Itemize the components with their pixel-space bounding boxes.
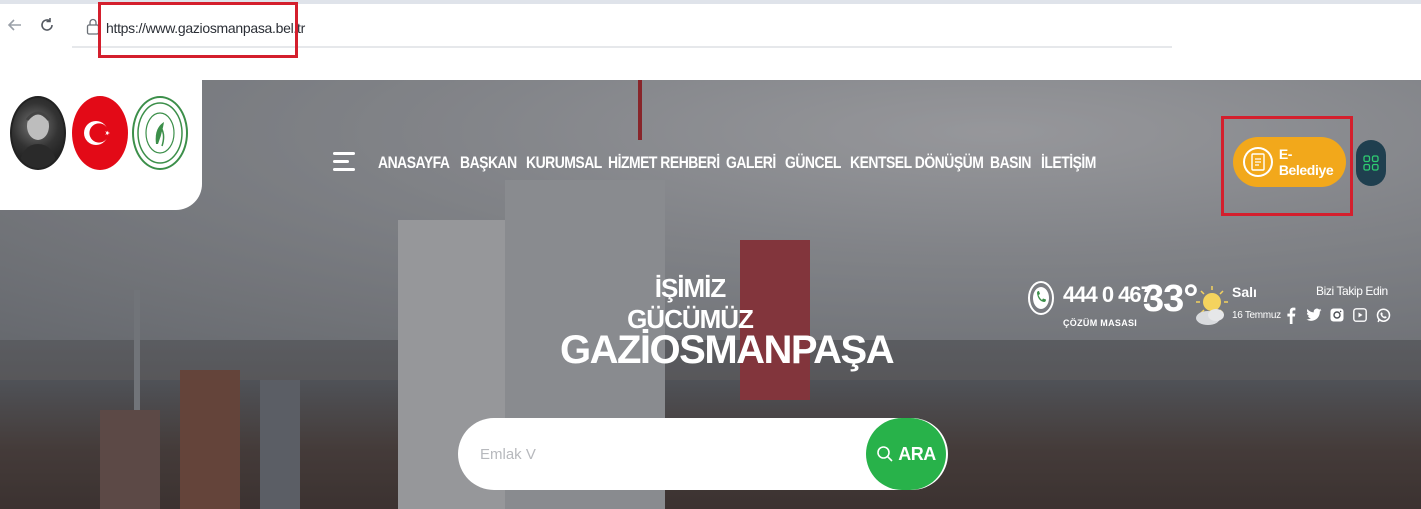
weather-day: Salı [1232, 284, 1257, 300]
municipality-logo[interactable] [132, 96, 188, 170]
hotline-label: ÇÖZÜM MASASI [1063, 318, 1138, 328]
nav-item-hizmet-rehberi[interactable]: HİZMET REHBERİ [608, 153, 720, 173]
youtube-icon[interactable] [1352, 306, 1368, 324]
nav-item-guncel[interactable]: GÜNCEL [785, 153, 841, 173]
arrow-left-icon [7, 19, 21, 31]
search-input[interactable] [480, 438, 860, 470]
menu-button[interactable] [333, 150, 355, 172]
nav-item-basin[interactable]: BASIN [990, 153, 1031, 173]
hotline-phone-icon[interactable] [1027, 280, 1055, 318]
instagram-icon[interactable] [1329, 306, 1345, 324]
municipality-emblem-icon [137, 102, 183, 164]
portrait-icon [18, 111, 58, 168]
weather-date: 16 Temmuz [1232, 310, 1281, 321]
logo-card [0, 80, 202, 210]
ataturk-logo[interactable] [10, 96, 66, 170]
nav-item-iletisim[interactable]: İLETİŞİM [1041, 153, 1096, 173]
search-icon [877, 446, 893, 462]
url-highlight-box [98, 2, 298, 58]
turkish-flag-logo[interactable] [72, 96, 128, 170]
hamburger-line [333, 168, 355, 171]
hero-tagline: İŞİMİZ GÜCÜMÜZ [627, 273, 754, 334]
grid-icon [1363, 155, 1379, 171]
hero-title: GAZİOSMANPAŞA [560, 328, 895, 372]
hotline-number[interactable]: 444 0 467 [1063, 282, 1153, 308]
e-belediye-highlight-box [1221, 116, 1353, 216]
browser-chrome: https://www.gaziosmanpasa.bel.tr [0, 0, 1421, 62]
whatsapp-icon[interactable] [1375, 306, 1391, 324]
reload-icon [41, 18, 53, 31]
partly-cloudy-icon [1196, 286, 1228, 325]
follow-us-label: Bizi Takip Edin [1316, 284, 1388, 298]
facebook-icon[interactable] [1283, 306, 1299, 324]
hamburger-line [333, 152, 355, 155]
search-button[interactable]: ARA [866, 418, 946, 490]
crescent-star-icon [84, 121, 110, 145]
nav-item-galeri[interactable]: GALERİ [726, 153, 776, 173]
twitter-icon[interactable] [1306, 306, 1322, 324]
reload-button[interactable] [36, 14, 58, 36]
hamburger-line [333, 160, 349, 163]
apps-button[interactable] [1356, 140, 1386, 186]
nav-item-baskan[interactable]: BAŞKAN [460, 153, 517, 173]
nav-item-kurumsal[interactable]: KURUMSAL [526, 153, 602, 173]
main-nav: ANASAYFA BAŞKAN KURUMSAL HİZMET REHBERİ … [378, 153, 1138, 177]
nav-item-anasayfa[interactable]: ANASAYFA [378, 153, 450, 173]
search-button-label: ARA [898, 443, 936, 464]
back-button[interactable] [4, 14, 26, 36]
nav-item-kentsel-donusum[interactable]: KENTSEL DÖNÜŞÜM [850, 153, 984, 173]
social-links [1283, 306, 1391, 324]
